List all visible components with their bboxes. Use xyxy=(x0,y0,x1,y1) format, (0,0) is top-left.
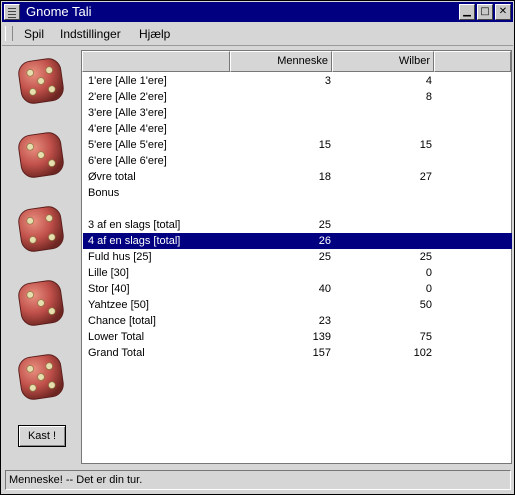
row-menneske-score: 26 xyxy=(318,235,331,247)
table-row[interactable]: 5'ere [Alle 5'ere] 15 15 xyxy=(83,137,512,153)
row-menneske-score: 15 xyxy=(318,139,331,151)
row-category: Grand Total xyxy=(88,347,145,359)
table-row[interactable]: 2'ere [Alle 2'ere] 8 xyxy=(83,89,512,105)
table-row[interactable]: 3 af en slags [total] 25 xyxy=(83,217,512,233)
row-category: 3'ere [Alle 3'ere] xyxy=(88,107,167,119)
row-wilber-score: 102 xyxy=(413,347,432,359)
row-category: Fuld hus [25] xyxy=(88,251,152,263)
row-category: 2'ere [Alle 2'ere] xyxy=(88,91,167,103)
row-menneske-score: 25 xyxy=(318,251,331,263)
menu-bar: Spil Indstillinger Hjælp xyxy=(2,23,513,46)
dice-panel xyxy=(5,49,79,463)
table-row[interactable] xyxy=(83,201,512,217)
row-category: Øvre total xyxy=(88,171,136,183)
column-header-filler xyxy=(434,51,511,72)
menu-indstillinger[interactable]: Indstillinger xyxy=(60,27,121,41)
column-header-wilber[interactable]: Wilber xyxy=(332,51,434,72)
row-wilber-score: 27 xyxy=(419,171,432,183)
status-bar: Menneske! -- Det er din tur. xyxy=(5,470,511,490)
die-3[interactable] xyxy=(17,205,65,253)
roll-button[interactable]: Kast ! xyxy=(18,425,66,447)
die-5[interactable] xyxy=(17,353,65,401)
menubar-grip-icon[interactable] xyxy=(5,26,13,41)
table-row[interactable]: Chance [total] 23 xyxy=(83,313,512,329)
table-row[interactable]: 6'ere [Alle 6'ere] xyxy=(83,153,512,169)
row-menneske-score: 157 xyxy=(312,347,331,359)
row-category: 6'ere [Alle 6'ere] xyxy=(88,155,167,167)
row-menneske-score: 40 xyxy=(318,283,331,295)
row-wilber-score: 0 xyxy=(425,267,432,279)
table-row[interactable]: Yahtzee [50] 50 xyxy=(83,297,512,313)
row-wilber-score: 75 xyxy=(419,331,432,343)
row-menneske-score: 139 xyxy=(312,331,331,343)
row-wilber-score: 25 xyxy=(419,251,432,263)
row-category: 4 af en slags [total] xyxy=(88,235,181,247)
table-row[interactable]: Bonus xyxy=(83,185,512,201)
minimize-icon[interactable]: ▁ xyxy=(459,4,475,20)
row-category: 1'ere [Alle 1'ere] xyxy=(88,75,167,87)
row-category: Bonus xyxy=(88,187,120,199)
table-row[interactable]: Fuld hus [25] 25 25 xyxy=(83,249,512,265)
title-bar[interactable]: Gnome Tali ▁ □ ✕ xyxy=(2,2,513,22)
row-wilber-score: 4 xyxy=(425,75,432,87)
close-icon[interactable]: ✕ xyxy=(495,4,511,20)
window-title: Gnome Tali xyxy=(26,4,92,19)
row-category: 3 af en slags [total] xyxy=(88,219,181,231)
row-category: Lower Total xyxy=(88,331,145,343)
row-category: Stor [40] xyxy=(88,283,130,295)
row-category: 4'ere [Alle 4'ere] xyxy=(88,123,167,135)
score-table: Menneske Wilber 1'ere [Alle 1'ere] 3 4 2'er… xyxy=(81,50,512,464)
table-row[interactable]: 4 af en slags [total] 26 xyxy=(83,233,512,249)
table-row[interactable]: Øvre total 18 27 xyxy=(83,169,512,185)
menu-hjaelp[interactable]: Hjælp xyxy=(139,27,170,41)
table-row[interactable]: Stor [40] 40 0 xyxy=(83,281,512,297)
row-wilber-score: 15 xyxy=(419,139,432,151)
row-menneske-score: 18 xyxy=(318,171,331,183)
row-wilber-score: 8 xyxy=(425,91,432,103)
row-category: Chance [total] xyxy=(88,315,156,327)
row-menneske-score: 23 xyxy=(318,315,331,327)
row-menneske-score: 3 xyxy=(324,75,331,87)
table-row[interactable]: 4'ere [Alle 4'ere] xyxy=(83,121,512,137)
die-2[interactable] xyxy=(17,131,65,179)
table-row[interactable]: Lower Total 139 75 xyxy=(83,329,512,345)
row-wilber-score: 0 xyxy=(425,283,432,295)
column-header-menneske[interactable]: Menneske xyxy=(230,51,332,72)
row-category: Yahtzee [50] xyxy=(88,299,149,311)
row-category: 5'ere [Alle 5'ere] xyxy=(88,139,167,151)
table-row[interactable]: Grand Total 157 102 xyxy=(83,345,512,361)
table-header: Menneske Wilber xyxy=(82,51,511,72)
menu-spil[interactable]: Spil xyxy=(24,27,44,41)
die-4[interactable] xyxy=(17,279,65,327)
maximize-icon[interactable]: □ xyxy=(477,4,493,20)
row-menneske-score: 25 xyxy=(318,219,331,231)
die-1[interactable] xyxy=(17,57,65,105)
row-category: Lille [30] xyxy=(88,267,129,279)
main-window: Gnome Tali ▁ □ ✕ Spil Indstillinger Hjæl… xyxy=(0,0,515,495)
table-row[interactable]: 1'ere [Alle 1'ere] 3 4 xyxy=(83,73,512,89)
row-wilber-score: 50 xyxy=(419,299,432,311)
window-menu-icon[interactable] xyxy=(4,4,20,20)
column-header-category[interactable] xyxy=(82,51,230,72)
table-row[interactable]: 3'ere [Alle 3'ere] xyxy=(83,105,512,121)
table-row[interactable]: Lille [30] 0 xyxy=(83,265,512,281)
